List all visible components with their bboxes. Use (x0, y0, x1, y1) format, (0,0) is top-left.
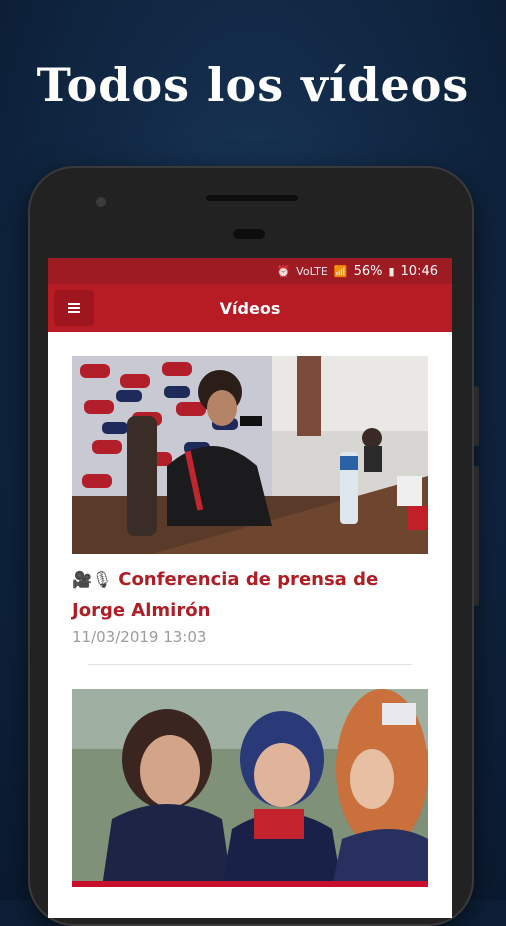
phone-power-button (474, 466, 479, 606)
video-thumbnail[interactable] (72, 356, 428, 554)
phone-frame: ⏰ VoLTE 📶 56% ▮ 10:46 Vídeos 🎥🎙 Conferen… (28, 166, 479, 926)
app-title: Vídeos (219, 298, 281, 318)
proximity-sensor (233, 229, 265, 239)
battery-icon: ▮ (388, 264, 395, 278)
video-title[interactable]: 🎥🎙 Conferencia de prensa de Jorge Almirón (72, 564, 428, 626)
phone-screen: ⏰ VoLTE 📶 56% ▮ 10:46 Vídeos 🎥🎙 Conferen… (48, 258, 452, 918)
video-date: 11/03/2019 13:03 (72, 628, 207, 646)
video-card[interactable]: 🎥🎙 Conferencia de prensa de Jorge Almirón… (48, 332, 452, 665)
battery-percent: 56% (353, 263, 383, 279)
hamburger-menu-icon[interactable] (54, 290, 94, 326)
volte-label: VoLTE (296, 264, 328, 278)
video-camera-microphone-icon: 🎥🎙 (72, 570, 113, 589)
video-card[interactable] (48, 665, 452, 887)
app-bar: Vídeos (48, 284, 452, 332)
alarm-icon: ⏰ (276, 264, 291, 278)
status-bar: ⏰ VoLTE 📶 56% ▮ 10:46 (48, 258, 452, 284)
wifi-icon: 📶 (333, 264, 348, 278)
earpiece-speaker (206, 195, 298, 201)
video-list: 🎥🎙 Conferencia de prensa de Jorge Almirón… (48, 332, 452, 887)
video-thumbnail[interactable] (72, 689, 428, 887)
front-camera (96, 197, 106, 207)
promo-headline: Todos los vídeos (36, 58, 470, 112)
phone-volume-button (474, 386, 479, 446)
status-time: 10:46 (400, 263, 438, 279)
video-title-text: Conferencia de prensa de Jorge Almirón (72, 569, 379, 621)
